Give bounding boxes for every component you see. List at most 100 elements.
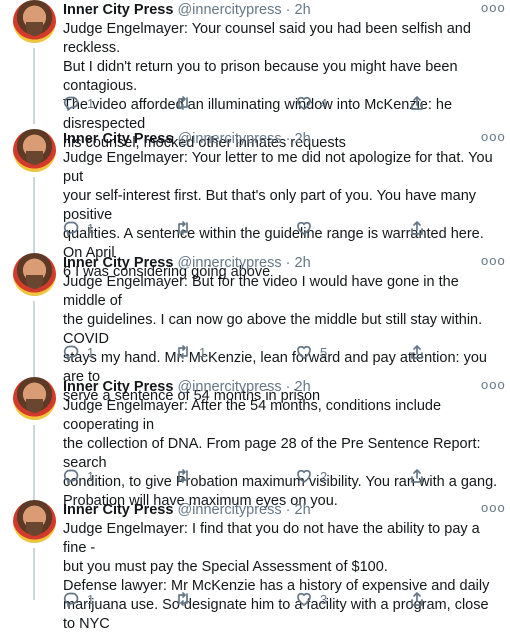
reply-icon [63,96,79,111]
tweet-actions: 1 4 [63,95,503,113]
more-options-icon[interactable]: ooo [481,377,506,392]
author-name[interactable]: Inner City Press [63,131,173,147]
reply-icon [63,469,79,484]
avatar[interactable] [13,253,56,296]
retweet-button[interactable] [175,95,199,111]
avatar[interactable] [13,0,56,43]
tweet-header: Inner City Press @innercitypress · 2h [63,502,311,518]
separator: · [285,502,291,518]
retweet-button[interactable] [175,220,199,236]
tweet-text: Judge Engelmayer: After the 54 months, c… [63,397,503,511]
author-handle[interactable]: @innercitypress [177,502,281,518]
like-button[interactable]: 2 [296,468,327,484]
avatar[interactable] [13,377,56,420]
author-name[interactable]: Inner City Press [63,2,173,18]
like-count: 5 [320,344,328,360]
more-options-icon[interactable]: ooo [481,0,506,15]
reply-button[interactable]: 1 [63,344,94,360]
more-options-icon[interactable]: ooo [481,129,506,144]
reply-count: 1 [87,220,95,236]
author-handle[interactable]: @innercitypress [177,2,281,18]
tweet-actions: 1 [63,220,503,238]
tweet-header: Inner City Press @innercitypress · 2h [63,255,311,271]
reply-count: 1 [87,95,95,111]
retweet-icon [178,96,188,110]
heart-icon [297,221,311,235]
separator: · [285,2,291,18]
tweet-text-line: Judge Engelmayer: After the 54 months, c… [63,398,442,433]
tweet-actions: 1 3 [63,591,503,609]
reply-icon [63,221,79,236]
share-button[interactable] [409,468,425,484]
reply-count: 1 [87,344,95,360]
share-button[interactable] [409,591,425,607]
retweet-icon [178,221,188,235]
share-icon [411,592,423,606]
author-name[interactable]: Inner City Press [63,379,173,395]
retweet-icon [178,592,188,606]
share-button[interactable] [409,344,425,360]
avatar[interactable] [13,500,56,543]
heart-icon [297,345,311,359]
thread-line [33,425,35,501]
share-icon [411,345,423,359]
reply-count: 1 [87,468,95,484]
reply-icon [63,592,79,607]
heart-icon [297,592,311,606]
reply-icon [63,345,79,360]
thread-line [33,48,35,124]
like-button[interactable]: 5 [296,344,327,360]
timestamp[interactable]: 2h [295,255,311,271]
author-name[interactable]: Inner City Press [63,502,173,518]
author-name[interactable]: Inner City Press [63,255,173,271]
more-options-icon[interactable]: ooo [481,253,506,268]
tweet-text-line: but you must pay the Special Assessment … [63,559,388,575]
like-button[interactable]: 4 [296,95,327,111]
like-count: 4 [320,95,328,111]
timestamp[interactable]: 2h [295,2,311,18]
author-handle[interactable]: @innercitypress [177,131,281,147]
retweet-button[interactable]: 1 [175,344,206,360]
reply-button[interactable]: 1 [63,468,94,484]
tweet-actions: 1 2 [63,468,503,486]
separator: · [285,131,291,147]
timestamp[interactable]: 2h [295,502,311,518]
heart-icon [297,469,311,483]
tweet-text-line: Judge Engelmayer: But for the video I wo… [63,274,459,309]
reply-button[interactable]: 1 [63,591,94,607]
heart-icon [297,96,311,110]
like-count: 3 [320,591,328,607]
like-button[interactable]: 3 [296,591,327,607]
share-icon [411,469,423,483]
like-button[interactable] [296,220,320,236]
like-count: 2 [320,468,328,484]
avatar[interactable] [13,129,56,172]
tweet-text-line: Judge Engelmayer: I find that you do not… [63,521,480,556]
thread-line [33,177,35,253]
tweet-text-line: Judge Engelmayer: Your letter to me did … [63,150,493,185]
more-options-icon[interactable]: ooo [481,500,506,515]
tweet-text-line: Judge Engelmayer: Your counsel said you … [63,21,471,56]
timestamp[interactable]: 2h [295,131,311,147]
reply-button[interactable]: 1 [63,220,94,236]
share-icon [411,221,423,235]
tweet-header: Inner City Press @innercitypress · 2h [63,131,311,147]
thread-line [33,548,35,600]
reply-count: 1 [87,591,95,607]
retweet-icon [178,469,188,483]
author-handle[interactable]: @innercitypress [177,255,281,271]
share-button[interactable] [409,95,425,111]
author-handle[interactable]: @innercitypress [177,379,281,395]
separator: · [285,255,291,271]
share-button[interactable] [409,220,425,236]
retweet-button[interactable] [175,468,199,484]
thread-line [33,301,35,377]
timestamp[interactable]: 2h [295,379,311,395]
tweet-text: Judge Engelmayer: I find that you do not… [63,520,503,634]
tweet-text-line: But I didn't return you to prison becaus… [63,59,458,94]
reply-button[interactable]: 1 [63,95,94,111]
retweet-button[interactable] [175,591,199,607]
retweet-count: 1 [199,344,207,360]
separator: · [285,379,291,395]
tweet-header: Inner City Press @innercitypress · 2h [63,2,311,18]
